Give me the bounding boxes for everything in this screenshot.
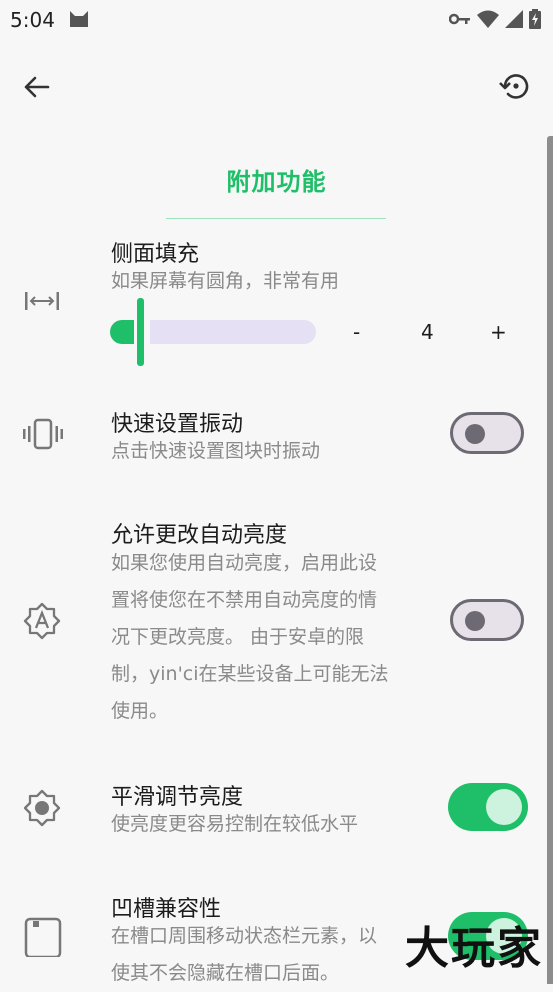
auto-brightness-toggle[interactable]	[450, 599, 524, 641]
vibration-icon	[23, 418, 63, 454]
notch-icon	[23, 917, 63, 961]
brightness-icon	[23, 789, 61, 831]
setting-subtitle-auto-brightness-line1: 如果您使用自动亮度，启用此设	[111, 552, 378, 574]
toggle-knob	[465, 424, 485, 444]
setting-subtitle-auto-brightness-line3: 况下更改亮度。 由于安卓的限	[111, 626, 365, 648]
padding-slider-track[interactable]	[150, 320, 316, 344]
padding-slider-fill	[110, 320, 134, 344]
reset-button[interactable]	[497, 68, 533, 104]
decrement-button[interactable]: -	[353, 320, 360, 344]
back-arrow-icon	[24, 76, 50, 98]
toggle-knob	[486, 789, 522, 825]
key-icon	[449, 13, 470, 25]
cat-notification-icon	[68, 9, 90, 33]
status-icons	[449, 9, 541, 29]
setting-subtitle-auto-brightness-line4: 制，yin'ci在某些设备上可能无法	[111, 663, 389, 685]
scrollbar[interactable]	[547, 136, 553, 984]
padding-value: 4	[421, 320, 434, 344]
watermark: 大玩家	[405, 923, 543, 974]
setting-subtitle-auto-brightness-line5: 使用。	[111, 700, 169, 722]
setting-subtitle-auto-brightness-line2: 置将使您在不禁用自动亮度的情	[111, 589, 378, 611]
side-padding-icon	[23, 290, 61, 316]
smooth-brightness-toggle[interactable]	[448, 783, 528, 831]
restore-icon	[499, 74, 529, 99]
toggle-knob	[465, 611, 485, 631]
back-button[interactable]	[20, 70, 54, 104]
section-divider	[166, 218, 386, 219]
padding-slider-thumb[interactable]	[137, 298, 144, 366]
section-title: 附加功能	[226, 168, 327, 196]
auto-brightness-icon	[23, 602, 61, 644]
qs-vibration-toggle[interactable]	[450, 412, 524, 454]
setting-subtitle-smooth-brightness: 使亮度更容易控制在较低水平	[111, 813, 359, 835]
setting-subtitle-side-padding: 如果屏幕有圆角，非常有用	[111, 270, 340, 292]
setting-subtitle-notch-line2: 使其不会隐藏在槽口后面。	[111, 962, 340, 984]
signal-icon	[505, 10, 523, 28]
status-time: 5:04	[10, 8, 55, 32]
battery-icon	[529, 9, 541, 29]
setting-subtitle-notch-line1: 在槽口周围移动状态栏元素，以	[111, 925, 378, 947]
wifi-icon	[477, 10, 499, 28]
increment-button[interactable]: +	[490, 320, 507, 344]
setting-subtitle-qs-vibration: 点击快速设置图块时振动	[111, 440, 321, 462]
